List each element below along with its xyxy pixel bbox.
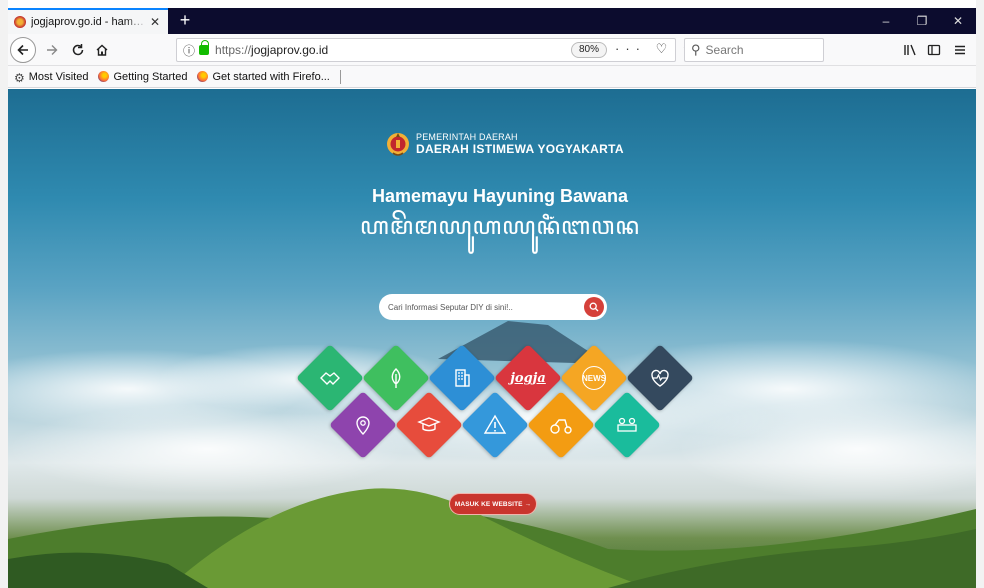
heart-pulse-icon (651, 369, 669, 387)
graduation-cap-icon (417, 417, 441, 432)
new-tab-button[interactable]: + (174, 8, 196, 34)
sidebar-icon (927, 44, 941, 56)
tile-warning[interactable] (461, 391, 529, 459)
building-icon (455, 369, 470, 387)
screenshot-margin-right (976, 0, 984, 588)
tile-jogja-label: jogja (510, 370, 546, 386)
url-scheme: https:// (215, 43, 252, 57)
address-bar[interactable]: ⓘ https:// jogjaprov.go.id 80% ··· ♡ ☆ (176, 38, 695, 62)
web-page: PEMERINTAH DAERAH DAERAH ISTIMEWA YOGYAK… (8, 89, 976, 588)
arrow-right-icon (47, 45, 58, 55)
tile-agriculture[interactable] (527, 391, 595, 459)
tile-map[interactable] (329, 391, 397, 459)
bookmark-separator (339, 69, 341, 84)
firefox-icon (98, 71, 110, 82)
map-pin-icon (356, 416, 370, 435)
bookmark-label: Get started with Firefo... (212, 70, 330, 83)
arrow-left-icon (17, 44, 28, 56)
lock-icon[interactable] (199, 40, 210, 55)
site-favicon-icon (14, 16, 26, 28)
reload-button[interactable] (66, 38, 90, 62)
bookmarks-toolbar: ⚙ Most Visited Getting Started Get start… (8, 66, 976, 88)
screenshot-margin (0, 0, 8, 588)
back-button[interactable] (10, 37, 36, 63)
home-icon (96, 44, 108, 56)
tab-close-icon[interactable]: ✕ (148, 15, 162, 29)
tab-title: jogjaprov.go.id - hamemayu ha (31, 16, 148, 28)
browser-window: jogjaprov.go.id - hamemayu ha ✕ + – ❐ ✕ … (8, 8, 976, 588)
tab-bar: jogjaprov.go.id - hamemayu ha ✕ + – ❐ ✕ (8, 8, 976, 34)
tile-community[interactable] (593, 391, 661, 459)
bookmark-most-visited[interactable]: ⚙ Most Visited (14, 70, 89, 86)
tile-news-label: NEWS (582, 366, 606, 390)
bookmark-label: Getting Started (113, 70, 188, 83)
firefox-icon (197, 71, 209, 82)
navigation-bar: ⓘ https:// jogjaprov.go.id 80% ··· ♡ ☆ ⚲… (8, 34, 976, 66)
enter-website-button[interactable]: MASUK KE WEBSITE → (449, 493, 537, 515)
search-icon: ⚲ (691, 42, 701, 57)
warning-icon (483, 414, 507, 434)
tab-active[interactable]: jogjaprov.go.id - hamemayu ha ✕ (8, 8, 168, 34)
home-button[interactable] (90, 38, 114, 62)
minimize-button[interactable]: – (868, 8, 904, 34)
library-button[interactable] (898, 38, 922, 62)
reload-icon (72, 44, 84, 56)
gear-icon: ⚙ (14, 71, 25, 85)
search-bar[interactable]: ⚲ Search (684, 38, 824, 62)
leaf-icon (391, 368, 401, 388)
zoom-indicator[interactable]: 80% (571, 42, 608, 58)
close-window-button[interactable]: ✕ (940, 8, 976, 34)
tile-education[interactable] (395, 391, 463, 459)
sidebar-button[interactable] (922, 38, 946, 62)
people-icon (617, 417, 637, 432)
bookmark-get-started-firefox[interactable]: Get started with Firefo... (197, 70, 330, 83)
forward-button[interactable] (40, 38, 64, 62)
handshake-icon (320, 372, 340, 385)
search-bar-placeholder: Search (705, 43, 744, 57)
library-icon (904, 44, 916, 56)
url-host: jogjaprov.go.id (251, 43, 329, 57)
tractor-icon (550, 419, 572, 434)
bookmark-getting-started[interactable]: Getting Started (98, 71, 187, 83)
site-info-icon[interactable]: ⓘ (183, 42, 195, 59)
menu-button[interactable] (948, 38, 972, 62)
restore-button[interactable]: ❐ (904, 8, 940, 34)
bookmark-label: Most Visited (28, 70, 89, 83)
hamburger-icon (955, 45, 965, 55)
